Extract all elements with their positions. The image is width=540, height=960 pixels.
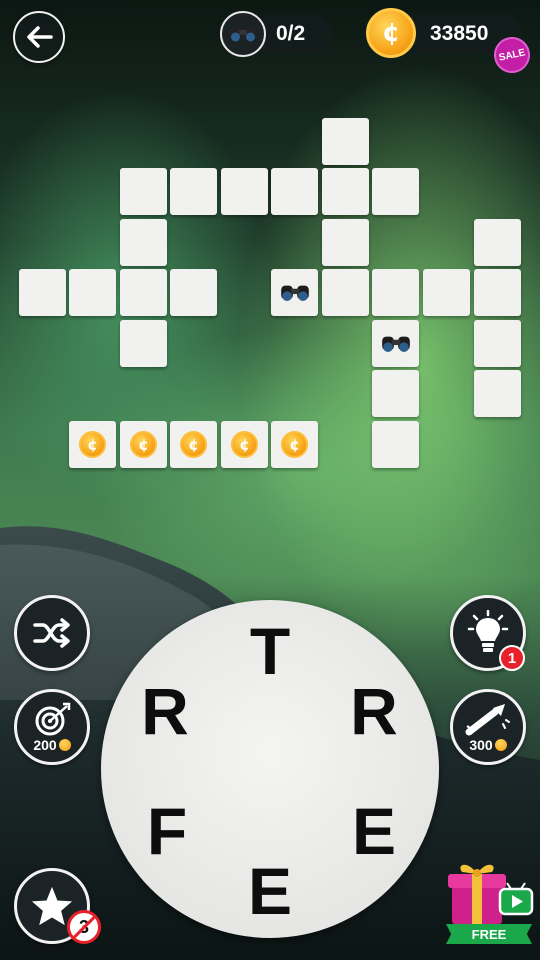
binoculars-icon [220, 11, 266, 57]
sale-badge-label: SALE [497, 46, 527, 64]
binoculars-icon [381, 336, 410, 352]
board-cell [474, 370, 521, 417]
wheel-letter[interactable]: F [132, 796, 202, 866]
board-cell [322, 219, 369, 266]
board-cell [322, 118, 369, 165]
board-cell [474, 219, 521, 266]
board-cell [372, 370, 419, 417]
hint-badge: 1 [499, 645, 525, 671]
coin-icon [58, 739, 71, 751]
coin-icon: ¢ [130, 431, 157, 458]
bonus-binocular-cell [372, 320, 419, 367]
hints-found-count: 0/2 [276, 22, 306, 45]
wheel-letter[interactable]: E [339, 796, 409, 866]
board-cell [120, 320, 167, 367]
coin-icon: ¢ [281, 431, 308, 458]
shuffle-button[interactable] [14, 595, 90, 671]
star-badge: 3 [67, 910, 101, 944]
bonus-binocular-cell [271, 269, 318, 316]
firework-icon [465, 704, 510, 736]
coin-icon: ¢ [180, 431, 207, 458]
board-cell [19, 269, 66, 316]
coin-cell: ¢ [69, 421, 116, 468]
coin-cell: ¢ [221, 421, 268, 468]
board-cell [221, 168, 268, 215]
board-cell [322, 168, 369, 215]
binocular-hints-counter: 0/2 [220, 11, 332, 57]
board-cell [423, 269, 470, 316]
free-label: FREE [446, 924, 532, 944]
firework-cost: 300 [453, 737, 523, 753]
board-cell [120, 219, 167, 266]
target-icon [35, 702, 71, 736]
coin-icon [494, 739, 507, 751]
board-cell [372, 269, 419, 316]
wheel-letter[interactable]: E [235, 856, 305, 926]
wheel-letter[interactable]: R [130, 676, 200, 746]
board-cell [372, 168, 419, 215]
video-play-icon [498, 882, 534, 916]
board-cell [120, 168, 167, 215]
coin-cell: ¢ [170, 421, 217, 468]
board-cell [120, 269, 167, 316]
binoculars-icon [280, 285, 309, 301]
wheel-letter[interactable]: T [235, 616, 305, 686]
coin-amount: 33850 [430, 22, 489, 45]
board-cell [322, 269, 369, 316]
board-cell [474, 320, 521, 367]
letter-wheel[interactable]: T R R F E E [101, 600, 439, 938]
coin-cell: ¢ [271, 421, 318, 468]
board-cell [170, 168, 217, 215]
shuffle-icon [33, 618, 70, 648]
board-cell [372, 421, 419, 468]
coin-cell: ¢ [120, 421, 167, 468]
back-button[interactable] [13, 11, 65, 63]
board-cell [69, 269, 116, 316]
coin-icon: ¢ [366, 8, 416, 58]
firework-button[interactable]: 300 [450, 689, 526, 765]
hint-badge-count: 1 [507, 649, 517, 667]
board-cell [170, 269, 217, 316]
target-button[interactable]: 200 [14, 689, 90, 765]
coin-icon: ¢ [79, 431, 106, 458]
target-cost: 200 [17, 737, 87, 753]
wheel-letter[interactable]: R [339, 676, 409, 746]
coin-icon: ¢ [231, 431, 258, 458]
free-gift-button[interactable]: FREE [446, 858, 534, 946]
board-cell [271, 168, 318, 215]
arrow-left-icon [27, 26, 53, 48]
board-cell [474, 269, 521, 316]
